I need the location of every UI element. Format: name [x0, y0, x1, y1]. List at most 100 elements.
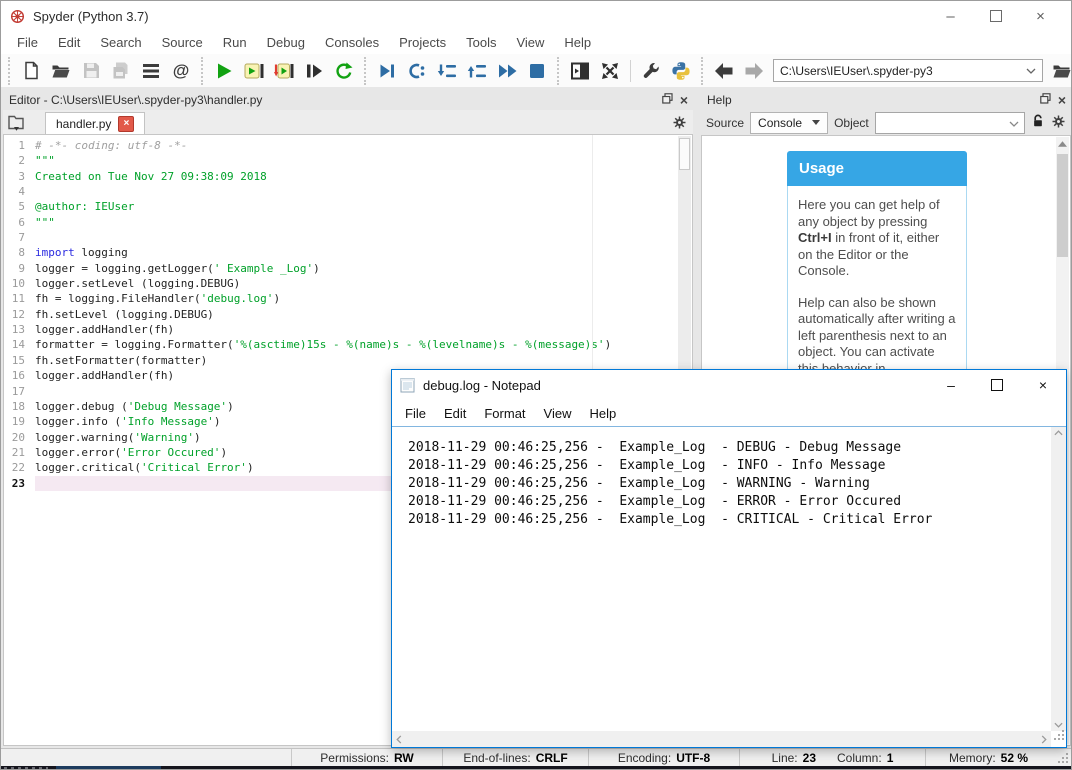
line-number-14: 14: [4, 337, 30, 352]
notepad-menubar: FileEditFormatViewHelp: [392, 400, 1066, 427]
close-icon[interactable]: ×: [1058, 93, 1066, 107]
line-number-3: 3: [4, 169, 30, 184]
symbol-finder-icon[interactable]: @: [166, 57, 196, 85]
debug-icon[interactable]: [372, 57, 402, 85]
step-into-icon[interactable]: [432, 57, 462, 85]
notepad-menu-format[interactable]: Format: [475, 403, 534, 424]
run-selection-icon[interactable]: [299, 57, 329, 85]
object-combobox[interactable]: [875, 112, 1025, 134]
close-icon[interactable]: ×: [1020, 370, 1066, 400]
step-out-icon[interactable]: [462, 57, 492, 85]
status-permissions: Permissions:RW: [291, 749, 442, 766]
menu-item-run[interactable]: Run: [213, 32, 257, 53]
log-line-5: 2018-11-29 00:46:25,256 - Example_Log - …: [392, 511, 1051, 529]
line-number-21: 21: [4, 445, 30, 460]
notepad-menu-file[interactable]: File: [396, 403, 435, 424]
menu-item-search[interactable]: Search: [90, 32, 151, 53]
maximize-icon[interactable]: [974, 370, 1020, 400]
menu-item-debug[interactable]: Debug: [257, 32, 315, 53]
tab-close-icon[interactable]: ×: [118, 116, 134, 132]
lock-icon[interactable]: [1031, 113, 1045, 132]
undock-icon[interactable]: [1040, 93, 1051, 107]
stop-icon[interactable]: [522, 57, 552, 85]
minimize-icon[interactable]: –: [928, 1, 973, 31]
continue-icon[interactable]: [492, 57, 522, 85]
menu-item-help[interactable]: Help: [554, 32, 601, 53]
tab-handler-py[interactable]: handler.py ×: [45, 112, 145, 135]
help-scrollbar-thumb[interactable]: [1057, 154, 1068, 257]
notepad-menu-edit[interactable]: Edit: [435, 403, 475, 424]
working-directory-value: C:\Users\IEUser\.spyder-py3: [780, 64, 933, 78]
open-file-icon[interactable]: [46, 57, 76, 85]
chevron-down-icon[interactable]: [1009, 116, 1019, 130]
log-line-2: 2018-11-29 00:46:25,256 - Example_Log - …: [392, 457, 1051, 475]
menu-item-projects[interactable]: Projects: [389, 32, 456, 53]
maximize-pane-icon[interactable]: [565, 57, 595, 85]
notepad-menu-help[interactable]: Help: [580, 403, 625, 424]
code-line-9: logger = logging.getLogger(' Example _Lo…: [35, 261, 678, 276]
run-icon[interactable]: [209, 57, 239, 85]
notepad-text-area[interactable]: 2018-11-29 00:46:25,256 - Example_Log - …: [392, 427, 1051, 731]
editor-tabbar: handler.py ×: [3, 110, 693, 135]
layout-toolbar-group: [557, 57, 696, 85]
resize-grip-icon[interactable]: [1053, 728, 1065, 746]
run-cell-advance-icon[interactable]: [269, 57, 299, 85]
line-number-7: 7: [4, 230, 30, 245]
back-icon[interactable]: [709, 57, 739, 85]
line-number-18: 18: [4, 399, 30, 414]
line-number-gutter: 1234567891011121314151617181920212223: [4, 138, 30, 491]
menu-item-file[interactable]: File: [7, 32, 48, 53]
step-over-icon[interactable]: [402, 57, 432, 85]
menu-item-edit[interactable]: Edit: [48, 32, 90, 53]
line-number-8: 8: [4, 245, 30, 260]
file-toolbar-group: @: [8, 57, 196, 85]
gear-icon[interactable]: [1051, 114, 1066, 132]
chevron-down-icon[interactable]: [1026, 68, 1036, 74]
code-line-4: [35, 184, 678, 199]
scroll-left-icon: [396, 735, 402, 744]
browse-tabs-icon[interactable]: [3, 112, 31, 134]
save-all-icon[interactable]: [106, 57, 136, 85]
browse-dir-icon[interactable]: [1047, 57, 1072, 85]
preferences-icon[interactable]: [636, 57, 666, 85]
forward-icon[interactable]: [739, 57, 769, 85]
status-endoflines: End-of-lines:CRLF: [442, 749, 588, 766]
undock-icon[interactable]: [662, 93, 673, 107]
usage-title: Usage: [787, 151, 967, 186]
rerun-icon[interactable]: [329, 57, 359, 85]
menu-item-source[interactable]: Source: [152, 32, 213, 53]
line-number-1: 1: [4, 138, 30, 153]
notepad-title: debug.log - Notepad: [423, 378, 541, 393]
file-switcher-icon[interactable]: [136, 57, 166, 85]
debug-toolbar-group: [364, 57, 552, 85]
editor-scrollbar-thumb[interactable]: [679, 138, 690, 170]
scroll-up-icon: [1058, 141, 1067, 147]
gear-icon[interactable]: [672, 115, 687, 130]
notepad-menu-view[interactable]: View: [535, 403, 581, 424]
line-number-23: 23: [4, 476, 30, 491]
menu-item-tools[interactable]: Tools: [456, 32, 506, 53]
close-icon[interactable]: ×: [1018, 1, 1063, 31]
menu-item-view[interactable]: View: [506, 32, 554, 53]
save-icon[interactable]: [76, 57, 106, 85]
source-dropdown[interactable]: Console: [750, 112, 828, 134]
maximize-icon[interactable]: [973, 1, 1018, 31]
code-line-13: logger.addHandler(fh): [35, 322, 678, 337]
menu-item-consoles[interactable]: Consoles: [315, 32, 389, 53]
run-cell-icon[interactable]: [239, 57, 269, 85]
close-icon[interactable]: ×: [680, 93, 688, 107]
code-line-12: fh.setLevel (logging.DEBUG): [35, 307, 678, 322]
line-number-15: 15: [4, 353, 30, 368]
minimize-icon[interactable]: –: [928, 370, 974, 400]
spyder-statusbar: Permissions:RWEnd-of-lines:CRLFEncoding:…: [1, 748, 1071, 766]
new-file-icon[interactable]: [16, 57, 46, 85]
code-line-14: formatter = logging.Formatter('%(asctime…: [35, 337, 678, 352]
working-directory-combo[interactable]: C:\Users\IEUser\.spyder-py3: [773, 59, 1043, 82]
notepad-window-controls: – ×: [928, 370, 1066, 400]
notepad-horizontal-scrollbar[interactable]: [392, 731, 1051, 747]
line-number-17: 17: [4, 384, 30, 399]
notepad-vertical-scrollbar[interactable]: [1051, 427, 1066, 731]
fullscreen-icon[interactable]: [595, 57, 625, 85]
code-line-7: [35, 230, 678, 245]
pythonpath-icon[interactable]: [666, 57, 696, 85]
